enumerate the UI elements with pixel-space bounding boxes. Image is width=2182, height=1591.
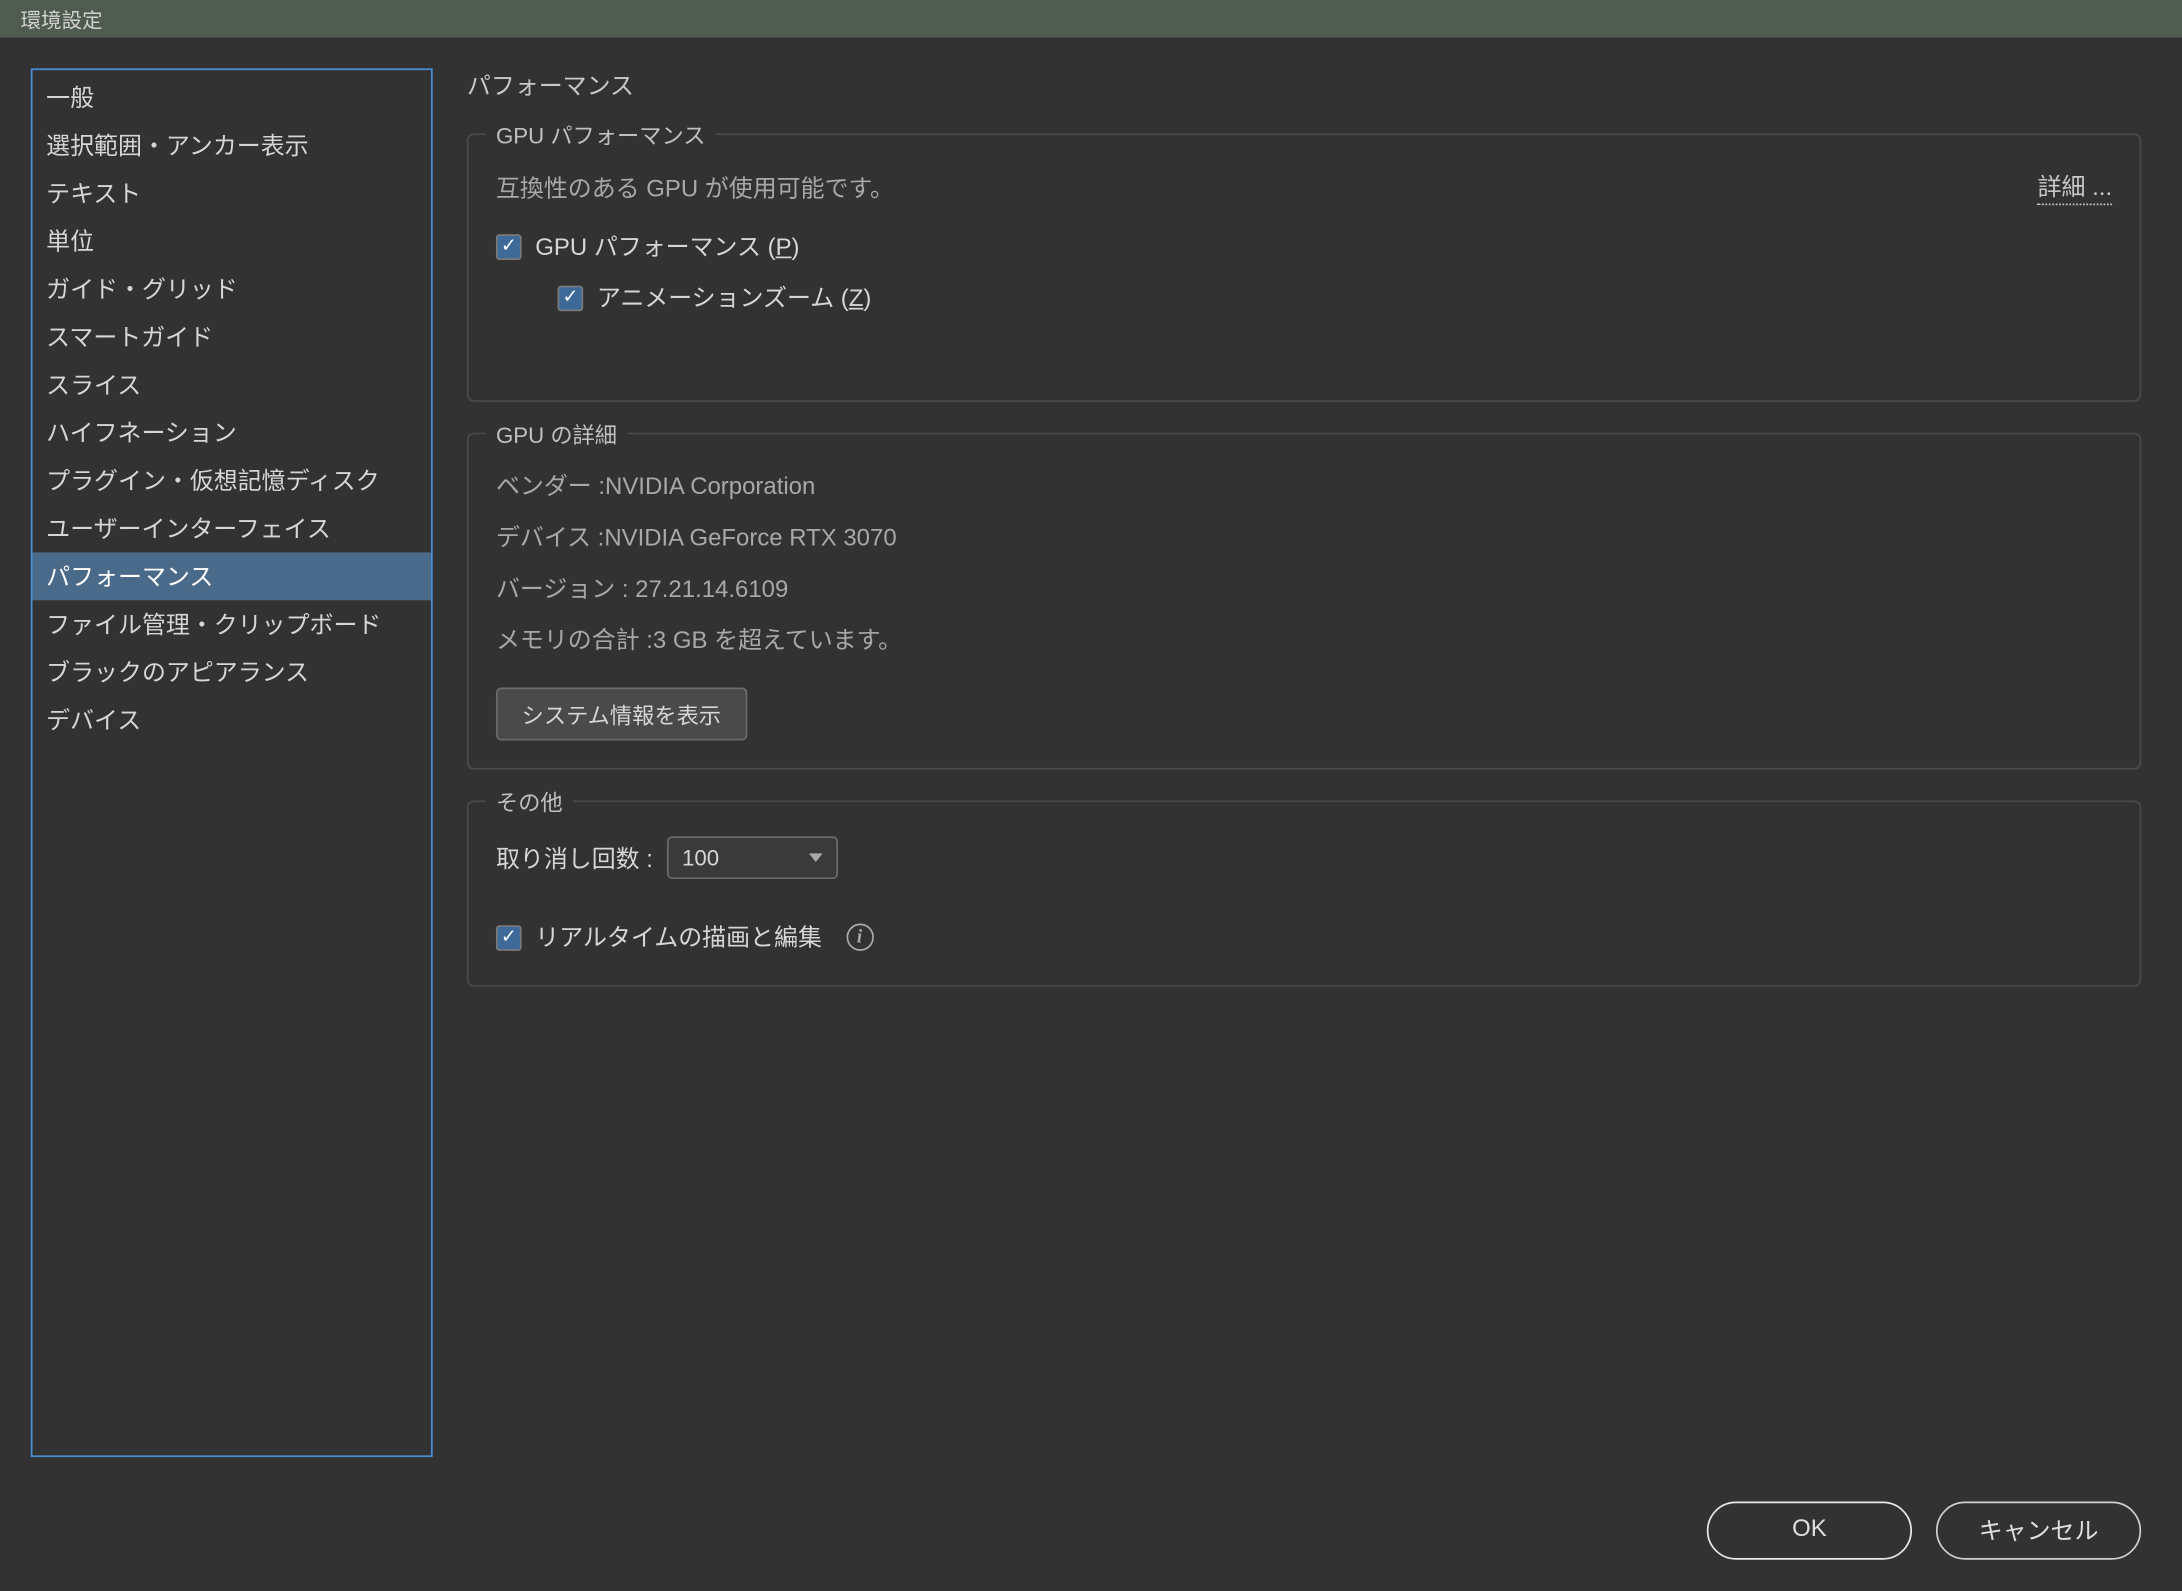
cancel-button[interactable]: キャンセル	[1936, 1502, 2141, 1560]
checkbox-gpu-performance[interactable]	[496, 233, 522, 259]
gpu-vendor: ベンダー :NVIDIA Corporation	[496, 469, 2112, 503]
undo-count-select[interactable]: 100	[667, 836, 838, 879]
sidebar-item-hyphenation[interactable]: ハイフネーション	[32, 409, 430, 457]
sidebar-item-black-appearance[interactable]: ブラックのアピアランス	[32, 648, 430, 696]
gpu-availability-text: 互換性のある GPU が使用可能です。	[496, 170, 894, 204]
sidebar-item-devices[interactable]: デバイス	[32, 696, 430, 744]
sidebar-item-text[interactable]: テキスト	[32, 169, 430, 217]
dialog-footer: OK キャンセル	[0, 1478, 2182, 1591]
sidebar-item-general[interactable]: 一般	[32, 74, 430, 122]
undo-count-value: 100	[682, 845, 719, 871]
group-gpu-details: GPU の詳細 ベンダー :NVIDIA Corporation デバイス :N…	[467, 433, 2141, 770]
chevron-down-icon	[809, 853, 823, 862]
group-gpu-performance-legend: GPU パフォーマンス	[486, 118, 716, 150]
preferences-sidebar: 一般選択範囲・アンカー表示テキスト単位ガイド・グリッドスマートガイドスライスハイ…	[31, 68, 433, 1457]
system-info-button[interactable]: システム情報を表示	[496, 688, 747, 741]
sidebar-item-performance[interactable]: パフォーマンス	[32, 552, 430, 600]
undo-count-label: 取り消し回数 :	[496, 841, 653, 875]
main-panel: パフォーマンス GPU パフォーマンス 互換性のある GPU が使用可能です。 …	[467, 68, 2162, 1457]
sidebar-item-slices[interactable]: スライス	[32, 361, 430, 409]
info-icon[interactable]: i	[846, 924, 873, 951]
gpu-device: デバイス :NVIDIA GeForce RTX 3070	[496, 520, 2112, 554]
group-other: その他 取り消し回数 : 100 リアルタイムの描画と編集 i	[467, 800, 2141, 986]
sidebar-item-plugins-scratch[interactable]: プラグイン・仮想記憶ディスク	[32, 457, 430, 505]
group-gpu-details-legend: GPU の詳細	[486, 417, 628, 449]
sidebar-item-ui[interactable]: ユーザーインターフェイス	[32, 505, 430, 553]
panel-title: パフォーマンス	[467, 68, 2141, 102]
ok-button[interactable]: OK	[1707, 1502, 1912, 1560]
dialog-title: 環境設定	[21, 4, 103, 33]
group-gpu-performance: GPU パフォーマンス 互換性のある GPU が使用可能です。 詳細 ... G…	[467, 133, 2141, 402]
checkbox-realtime-draw-edit-label: リアルタイムの描画と編集	[535, 920, 822, 954]
checkbox-realtime-draw-edit[interactable]	[496, 924, 522, 950]
checkbox-animation-zoom[interactable]	[558, 285, 584, 311]
sidebar-item-units[interactable]: 単位	[32, 217, 430, 265]
group-other-legend: その他	[486, 785, 573, 817]
sidebar-item-file-clipboard[interactable]: ファイル管理・クリップボード	[32, 600, 430, 648]
checkbox-animation-zoom-label: アニメーションズーム (Z)	[597, 280, 872, 314]
gpu-memory: メモリの合計 :3 GB を超えています。	[496, 623, 2112, 657]
dialog-titlebar: 環境設定	[0, 0, 2182, 38]
sidebar-item-smart-guides[interactable]: スマートガイド	[32, 313, 430, 361]
gpu-details-link[interactable]: 詳細 ...	[2038, 169, 2113, 205]
sidebar-item-guides-grid[interactable]: ガイド・グリッド	[32, 265, 430, 313]
gpu-version: バージョン : 27.21.14.6109	[496, 571, 2112, 605]
sidebar-item-selection-anchor[interactable]: 選択範囲・アンカー表示	[32, 121, 430, 169]
checkbox-gpu-performance-label: GPU パフォーマンス (P)	[535, 229, 799, 263]
